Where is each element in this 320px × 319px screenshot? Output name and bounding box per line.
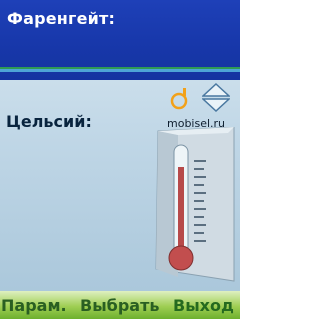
thermometer-icon	[155, 127, 235, 282]
exit-softkey[interactable]: Выход	[173, 296, 234, 315]
fahrenheit-label: Фаренгейт:	[7, 9, 116, 28]
select-softkey[interactable]: Выбрать	[80, 296, 159, 315]
softkey-bar: Парам. Выбрать Выход	[0, 291, 240, 319]
panel-divider	[0, 69, 240, 72]
converter-screen: Фаренгейт: mobisel.ru Цельсий: Парам. Вы…	[0, 0, 240, 319]
celsius-label: Цельсий:	[6, 112, 92, 131]
options-softkey[interactable]: Парам.	[1, 296, 67, 315]
